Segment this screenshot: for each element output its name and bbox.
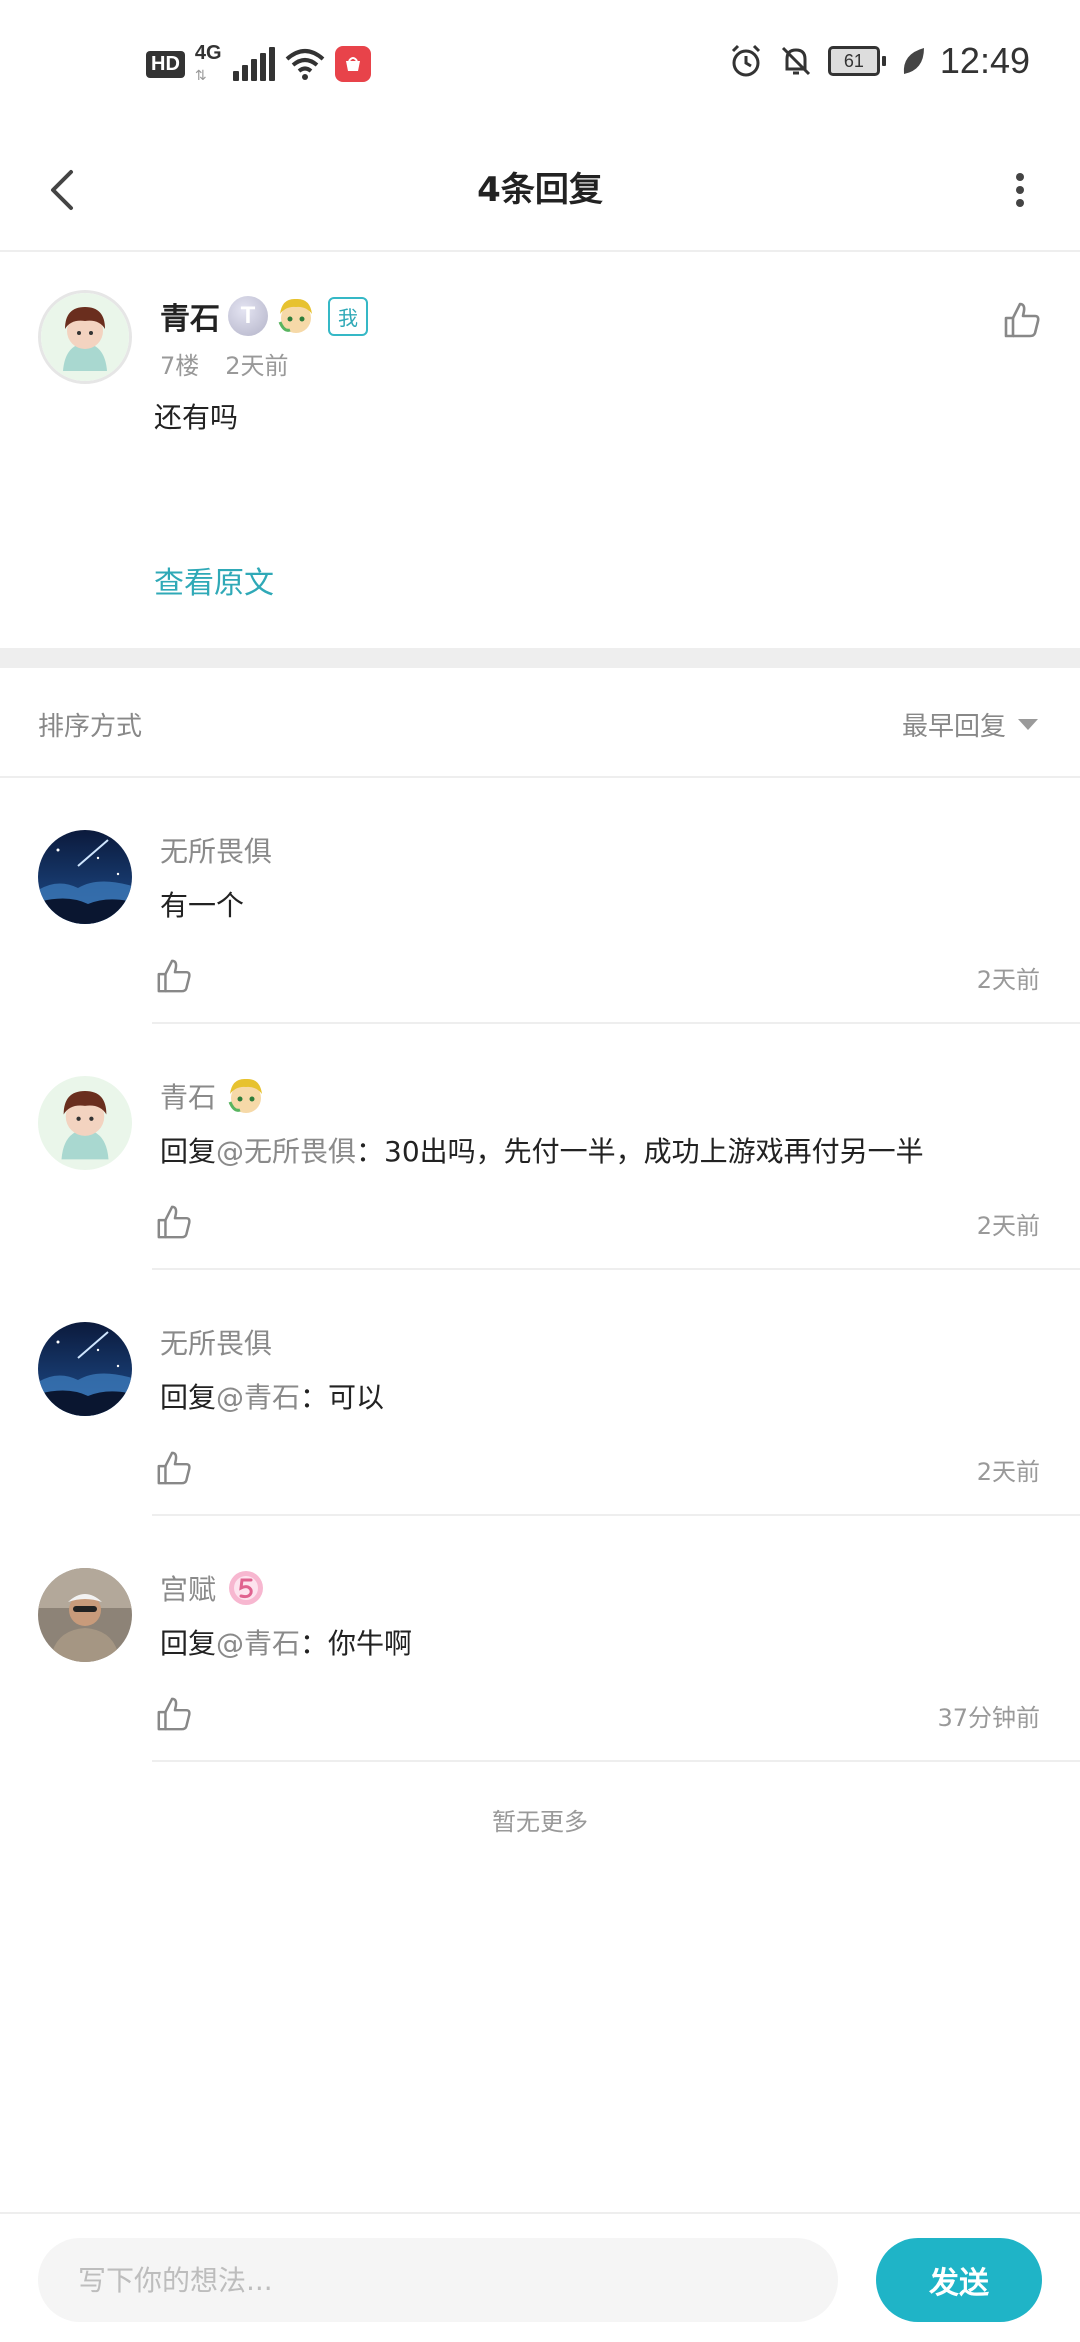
author-name[interactable]: 青石 [160,294,220,338]
battery-level: 61 [827,46,880,76]
starry-night-avatar-icon [38,1322,132,1416]
caret-down-icon [1018,719,1038,730]
mute-icon [781,46,810,76]
cartoon-boy-avatar-icon [41,293,129,381]
status-right: 61 12:49 [728,40,1030,82]
avatar[interactable] [38,1322,132,1416]
reply-text: 回复@青石：你牛啊 [160,1622,412,1662]
reply-item: 宫赋 回复@青石：你牛啊 37分钟前 [0,1516,1080,1762]
divider [152,1760,1080,1762]
mention-link[interactable]: @无所畏俱 [216,1135,356,1168]
leaf-icon [903,48,924,74]
thumbs-up-icon [157,1451,191,1485]
wifi-icon [285,49,325,80]
cartoon-boy-avatar-icon [38,1076,132,1170]
reply-author: 宫赋 [160,1568,266,1608]
man-photo-avatar-icon [38,1568,132,1662]
thumbs-up-icon [157,1205,191,1239]
level-badge: T [228,296,268,336]
author-name[interactable]: 无所畏俱 [160,1322,272,1362]
alarm-icon [731,44,760,77]
network-indicator: 4G ⇅ [194,42,223,84]
author-name[interactable]: 青石 [160,1076,216,1116]
reply-item: 无所畏俱 有一个 2天前 [0,778,1080,1024]
author-name[interactable]: 无所畏俱 [160,830,272,870]
thumbs-up-icon [1004,302,1040,338]
reply-body: 有一个 [160,889,245,922]
status-time: 12:49 [939,40,1030,81]
thumbs-up-icon [157,1697,191,1731]
reply-body: ：你牛啊 [300,1627,413,1660]
reply-text: 回复@无所畏俱：30出吗，先付一半，成功上游戏再付另一半 [160,1130,924,1170]
status-left: HD 4G ⇅ [146,42,371,84]
reply-author: 无所畏俱 [160,830,272,870]
post-time: 2天前 [225,352,289,380]
like-button[interactable] [152,1692,196,1736]
page-title: 4条回复 [477,170,603,210]
reply-body: ：30出吗，先付一半，成功上游戏再付另一半 [356,1135,924,1168]
top-bar: 4条回复 [0,130,1080,252]
reply-time: 2天前 [976,1458,1040,1486]
character-badge-icon [278,298,312,333]
like-button[interactable] [992,290,1052,350]
sort-dropdown[interactable]: 最早回复 [902,706,1038,743]
mention-link[interactable]: @青石 [216,1381,300,1414]
more-vertical-icon [1016,173,1024,207]
reply-author: 无所畏俱 [160,1322,272,1362]
view-original-link[interactable]: 查看原文 [154,558,274,602]
level-5-badge-icon [229,1571,264,1605]
more-options-button[interactable] [988,158,1052,222]
reply-prefix: 回复 [160,1135,217,1168]
sort-label: 排序方式 [38,712,143,742]
send-button[interactable]: 发送 [876,2238,1042,2322]
status-bar: HD 4G ⇅ 61 12:49 [0,0,1080,130]
hd-badge: HD [146,50,185,78]
character-badge-icon [228,1078,263,1113]
reply-prefix: 回复 [160,1627,217,1660]
reply-prefix: 回复 [160,1381,217,1414]
like-button[interactable] [152,1200,196,1244]
main-comment-text: 还有吗 [154,401,239,434]
reply-time: 2天前 [976,1212,1040,1240]
section-divider [0,648,1080,668]
me-badge: 我 [328,296,368,336]
battery-icon: 61 [827,46,886,76]
comment-bar: 发送 [0,2212,1080,2342]
reply-item: 青石 回复@无所畏俱：30出吗，先付一半，成功上游戏再付另一半 2天前 [0,1024,1080,1270]
main-comment: 青石 T 我 7楼 2天前 还有吗 查看原文 [0,252,1080,648]
mention-link[interactable]: @青石 [216,1627,300,1660]
reply-item: 无所畏俱 回复@青石：可以 2天前 [0,1270,1080,1516]
main-meta: 7楼 2天前 [160,346,289,381]
avatar[interactable] [38,1568,132,1662]
avatar[interactable] [38,1076,132,1170]
reply-list: 无所畏俱 有一个 2天前 青石 回复@无所畏俱：30出吗，先付一半，成功上游戏再… [0,778,1080,1762]
comment-input[interactable] [38,2238,838,2322]
network-arrows-icon: ⇅ [194,68,207,84]
sort-bar: 排序方式 最早回复 [0,668,1080,778]
reply-time: 2天前 [976,966,1040,994]
avatar[interactable] [38,830,132,924]
avatar[interactable] [38,290,132,384]
reply-text: 有一个 [160,884,244,924]
network-type: 4G [194,42,222,64]
app-store-notification-icon [334,46,371,82]
main-author: 青石 T 我 [160,294,368,338]
sort-value: 最早回复 [901,712,1006,742]
reply-author: 青石 [160,1076,266,1116]
like-button[interactable] [152,954,196,998]
floor-number: 7楼 [160,352,200,380]
author-name[interactable]: 宫赋 [160,1568,216,1608]
no-more-text: 暂无更多 [492,1808,588,1836]
reply-text: 回复@青石：可以 [160,1376,384,1416]
signal-icon [232,47,275,81]
reply-body: ：可以 [300,1381,385,1414]
starry-night-avatar-icon [38,830,132,924]
reply-time: 37分钟前 [937,1704,1040,1732]
like-button[interactable] [152,1446,196,1490]
thumbs-up-icon [157,959,191,993]
